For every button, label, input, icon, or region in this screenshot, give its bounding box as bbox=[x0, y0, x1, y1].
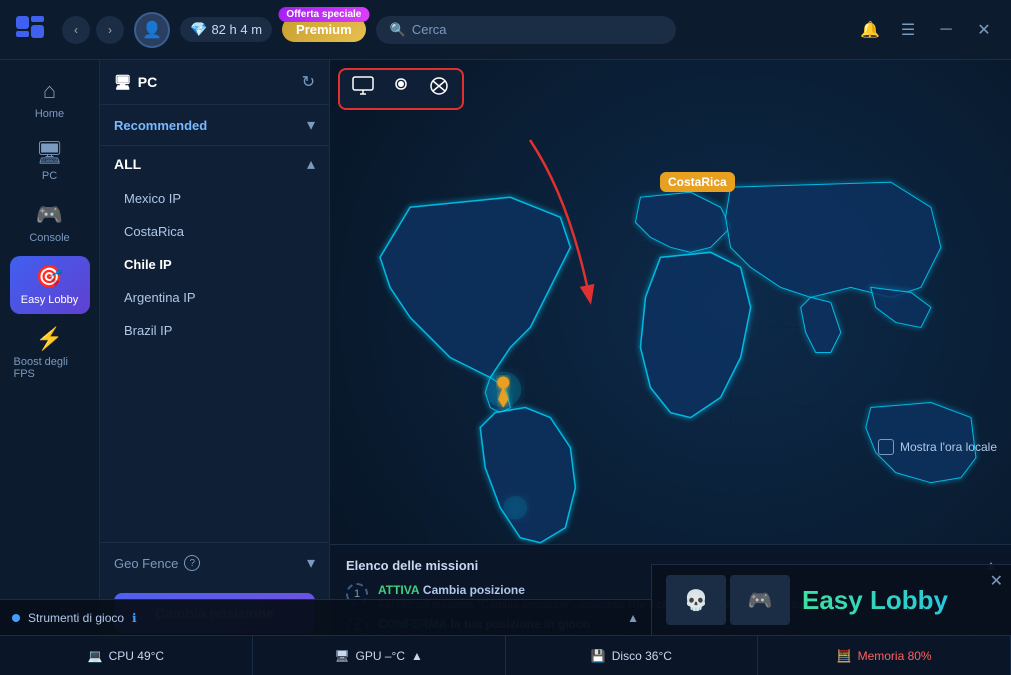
chevron-down-geo-icon: ▾ bbox=[307, 553, 315, 573]
minimize-button[interactable]: ─ bbox=[931, 15, 961, 45]
sidebar: ⌂ Home 🖥 PC 🎮 Console 🎯 Easy Lobby ⚡ Boo… bbox=[0, 60, 100, 675]
app-logo bbox=[12, 10, 52, 50]
easy-lobby-overlay: 💀 🎮 Easy Lobby ✕ bbox=[651, 564, 1011, 635]
recommended-section[interactable]: Recommended ▾ bbox=[100, 105, 329, 145]
back-button[interactable]: ‹ bbox=[62, 16, 90, 44]
pc-icon: 🖥 bbox=[36, 140, 64, 166]
cpu-icon: 💻 bbox=[88, 649, 103, 663]
geo-help-icon[interactable]: ? bbox=[184, 555, 200, 571]
easy-lobby-close-icon[interactable]: ✕ bbox=[990, 571, 1003, 591]
strumenti-info-icon[interactable]: ℹ bbox=[132, 611, 137, 625]
sidebar-item-boost[interactable]: ⚡ Boost degli FPS bbox=[10, 318, 90, 388]
console-icon: 🎮 bbox=[36, 202, 63, 228]
geo-fence-section[interactable]: Geo Fence ? ▾ bbox=[100, 542, 329, 583]
sidebar-item-easylobby[interactable]: 🎯 Easy Lobby bbox=[10, 256, 90, 314]
expand-strumenti-icon[interactable]: ▲ bbox=[627, 611, 639, 625]
disk-icon: 💾 bbox=[591, 649, 606, 663]
xbox-platform-icon[interactable] bbox=[428, 76, 450, 102]
server-item-brazil[interactable]: Brazil IP bbox=[100, 314, 329, 347]
menu-icon[interactable]: ☰ bbox=[893, 15, 923, 45]
all-section[interactable]: ALL ▴ bbox=[100, 146, 329, 182]
red-arrow bbox=[490, 120, 690, 340]
footer-memory: 🧮 Memoria 80% bbox=[758, 636, 1011, 675]
chevron-up-icon: ▴ bbox=[307, 154, 315, 174]
gpu-icon: 🖥 bbox=[334, 649, 349, 663]
strumenti-bar: Strumenti di gioco ℹ ▲ bbox=[0, 599, 651, 635]
premium-button[interactable]: Offerta speciale Premium bbox=[282, 17, 366, 42]
header-nav: ‹ › bbox=[62, 16, 124, 44]
thumb-1: 💀 bbox=[666, 575, 726, 625]
chevron-down-icon: ▾ bbox=[307, 115, 315, 135]
easylobby-icon: 🎯 bbox=[36, 264, 63, 290]
local-time-checkbox[interactable] bbox=[878, 439, 894, 455]
search-bar[interactable]: 🔍 Cerca bbox=[376, 16, 676, 44]
header: ‹ › 👤 💎 82 h 4 m Offerta speciale Premiu… bbox=[0, 0, 1011, 60]
search-icon: 🔍 bbox=[390, 22, 406, 38]
server-item-chile[interactable]: Chile IP bbox=[100, 248, 329, 281]
xp-badge: 💎 82 h 4 m bbox=[180, 17, 272, 42]
playstation-platform-icon[interactable] bbox=[390, 76, 412, 102]
forward-button[interactable]: › bbox=[96, 16, 124, 44]
avatar[interactable]: 👤 bbox=[134, 12, 170, 48]
refresh-icon[interactable]: ↻ bbox=[302, 72, 315, 92]
server-item-mexico[interactable]: Mexico IP bbox=[100, 182, 329, 215]
sidebar-item-console[interactable]: 🎮 Console bbox=[10, 194, 90, 252]
home-icon: ⌂ bbox=[43, 78, 56, 104]
footer: 💻 CPU 49°C 🖥 GPU –°C ▲ 💾 Disco 36°C 🧮 Me… bbox=[0, 635, 1011, 675]
thumb-images: 💀 🎮 bbox=[666, 575, 790, 625]
sidebar-item-home[interactable]: ⌂ Home bbox=[10, 70, 90, 128]
footer-disk: 💾 Disco 36°C bbox=[506, 636, 759, 675]
sidebar-item-pc[interactable]: 🖥 PC bbox=[10, 132, 90, 190]
left-panel: 🖥 PC ↻ Recommended ▾ ALL ▴ Mexico IP Cos… bbox=[100, 60, 330, 675]
memory-icon: 🧮 bbox=[837, 649, 852, 663]
server-list: Mexico IP CostaRica Chile IP Argentina I… bbox=[100, 182, 329, 542]
footer-gpu: 🖥 GPU –°C ▲ bbox=[253, 636, 506, 675]
boost-icon: ⚡ bbox=[36, 326, 63, 352]
offerta-badge: Offerta speciale bbox=[278, 7, 369, 22]
gpu-expand-icon[interactable]: ▲ bbox=[411, 649, 423, 663]
panel-header: 🖥 PC ↻ bbox=[100, 60, 329, 105]
platform-selector bbox=[338, 68, 464, 110]
thumb-2: 🎮 bbox=[730, 575, 790, 625]
panel-title: 🖥 PC bbox=[114, 74, 157, 91]
strumenti-dot bbox=[12, 614, 20, 622]
server-item-argentina[interactable]: Argentina IP bbox=[100, 281, 329, 314]
local-time-row: Mostra l'ora locale bbox=[878, 439, 997, 455]
server-item-costarica[interactable]: CostaRica bbox=[100, 215, 329, 248]
monitor-platform-icon[interactable] bbox=[352, 76, 374, 102]
notification-icon[interactable]: 🔔 bbox=[855, 15, 885, 45]
header-icons: 🔔 ☰ ─ ✕ bbox=[855, 15, 999, 45]
footer-cpu: 💻 CPU 49°C bbox=[0, 636, 253, 675]
close-button[interactable]: ✕ bbox=[969, 15, 999, 45]
